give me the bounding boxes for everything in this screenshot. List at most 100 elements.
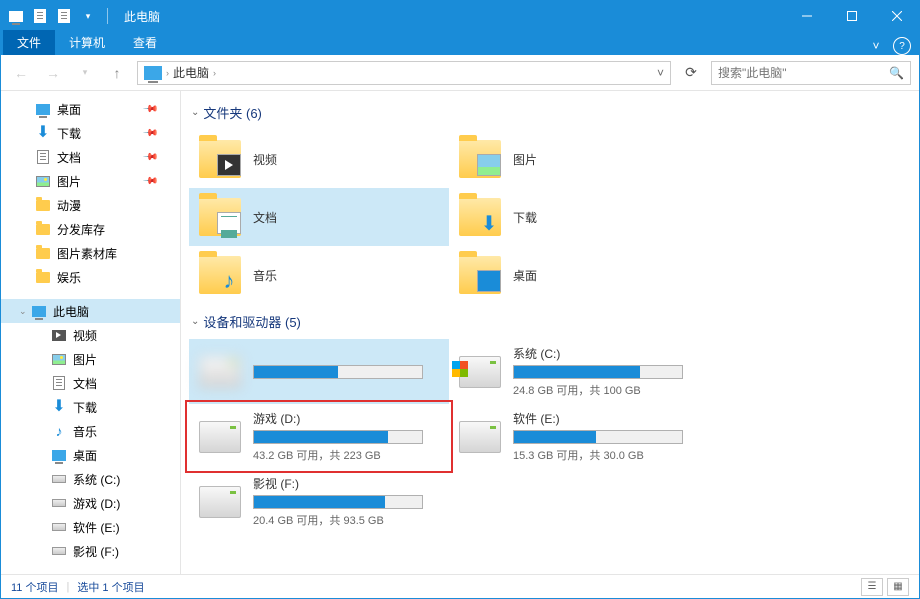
pin-icon: 📌 [141, 101, 158, 118]
sidebar-item-图片[interactable]: 图片 [1, 347, 180, 371]
drive-card-影视 (F:)[interactable]: 影视 (F:) 20.4 GB 可用，共 93.5 GB [189, 469, 449, 534]
search-icon[interactable]: 🔍 [889, 66, 904, 80]
sidebar-item-label: 影视 (F:) [73, 543, 119, 560]
sidebar-item-label: 视频 [73, 327, 97, 344]
drive-card-游戏 (D:)[interactable]: 游戏 (D:) 43.2 GB 可用，共 223 GB [189, 404, 449, 469]
ribbon-help-group: ˅ ? [867, 37, 919, 55]
folder-label: 下载 [513, 209, 537, 226]
breadcrumb-sep-icon[interactable]: › [213, 68, 216, 78]
drive-card-blurred[interactable] [189, 339, 449, 404]
drives-grid: 系统 (C:) 24.8 GB 可用，共 100 GB 游戏 (D:) 43.2… [189, 339, 911, 534]
group-header-drives[interactable]: ⌄ 设备和驱动器 (5) [189, 304, 911, 339]
sidebar-item-label: 图片 [57, 173, 81, 190]
sidebar-item-文档[interactable]: 文档 [1, 371, 180, 395]
search-box[interactable]: 🔍 [711, 61, 911, 85]
ribbon-collapse-icon[interactable]: ˅ [867, 37, 885, 55]
folder-card-桌面[interactable]: 桌面 [449, 246, 709, 304]
sidebar-item-系统 (C:)[interactable]: 系统 (C:) [1, 467, 180, 491]
folder-icon [35, 269, 51, 285]
sidebar-item-label: 桌面 [73, 447, 97, 464]
pin-icon: 📌 [141, 149, 158, 166]
sidebar-item-桌面[interactable]: 桌面 📌 [1, 97, 180, 121]
qat-dropdown-icon[interactable]: ▾ [79, 7, 97, 25]
hdd-icon [51, 471, 67, 487]
drive-card-系统 (C:)[interactable]: 系统 (C:) 24.8 GB 可用，共 100 GB [449, 339, 709, 404]
pc-icon [31, 303, 47, 319]
sidebar-item-label: 动漫 [57, 197, 81, 214]
qat-divider [107, 8, 108, 24]
group-header-folders[interactable]: ⌄ 文件夹 (6) [189, 95, 911, 130]
folder-card-图片[interactable]: 图片 [449, 130, 709, 188]
ribbon-tabs: 文件 计算机 查看 ˅ ? [1, 31, 919, 55]
pic-overlay-icon [477, 154, 501, 176]
minimize-button[interactable] [784, 1, 829, 31]
drive-icon [459, 421, 501, 453]
statusbar: 11 个项目 | 选中 1 个项目 ☰ ▦ [1, 574, 919, 598]
sidebar-item-软件 (E:)[interactable]: 软件 (E:) [1, 515, 180, 539]
sidebar-item-label: 娱乐 [57, 269, 81, 286]
desktop-overlay-icon [477, 270, 501, 292]
close-button[interactable] [874, 1, 919, 31]
nav-up-button[interactable]: ↑ [105, 61, 129, 85]
close-icon [892, 11, 902, 21]
sidebar-item-label: 文档 [73, 375, 97, 392]
folder-card-文档[interactable]: 文档 [189, 188, 449, 246]
pin-icon: 📌 [141, 173, 158, 190]
qat-icon-2[interactable] [55, 7, 73, 25]
maximize-button[interactable] [829, 1, 874, 31]
folder-label: 音乐 [253, 267, 277, 284]
sidebar-item-游戏 (D:)[interactable]: 游戏 (D:) [1, 491, 180, 515]
folder-card-下载[interactable]: ⬇ 下载 [449, 188, 709, 246]
search-input[interactable] [718, 66, 889, 80]
tab-view[interactable]: 查看 [119, 30, 171, 55]
sidebar-item-下载[interactable]: ⬇下载 [1, 395, 180, 419]
sidebar-item-视频[interactable]: 视频 [1, 323, 180, 347]
sidebar-item-娱乐[interactable]: 娱乐 [1, 265, 180, 289]
folder-card-视频[interactable]: 视频 [189, 130, 449, 188]
drive-card-软件 (E:)[interactable]: 软件 (E:) 15.3 GB 可用，共 30.0 GB [449, 404, 709, 469]
breadcrumb-thispc[interactable]: 此电脑 [169, 64, 213, 81]
folder-icon [35, 221, 51, 237]
sidebar-item-图片[interactable]: 图片 📌 [1, 169, 180, 193]
folders-grid: 视频图片文档 ⬇ 下载 ♪ 音乐 桌面 [189, 130, 911, 304]
drive-info: 系统 (C:) 24.8 GB 可用，共 100 GB [513, 345, 699, 398]
sidebar-item-label: 文档 [57, 149, 81, 166]
tab-file[interactable]: 文件 [3, 30, 55, 55]
hdd-icon [51, 519, 67, 535]
address-dropdown-icon[interactable]: ˅ [651, 66, 670, 80]
folder-icon: ⬇ [459, 198, 501, 236]
qat-icon-1[interactable] [31, 7, 49, 25]
sidebar-item-分发库存[interactable]: 分发库存 [1, 217, 180, 241]
sidebar-item-label: 分发库存 [57, 221, 105, 238]
nav-recent-dropdown[interactable]: ▾ [73, 61, 97, 85]
sidebar-item-label: 桌面 [57, 101, 81, 118]
sidebar-item-影视 (F:)[interactable]: 影视 (F:) [1, 539, 180, 563]
help-button[interactable]: ? [893, 37, 911, 55]
doc-icon [51, 375, 67, 391]
sidebar-item-label: 软件 (E:) [73, 519, 120, 536]
folder-icon [199, 140, 241, 178]
system-menu-icon[interactable] [7, 7, 25, 25]
nav-back-button[interactable]: ← [9, 61, 33, 85]
sidebar-item-文档[interactable]: 文档 📌 [1, 145, 180, 169]
sidebar-item-thispc[interactable]: ⌄ 此电脑 [1, 299, 180, 323]
sidebar-item-下载[interactable]: ⬇下载📌 [1, 121, 180, 145]
chevron-down-icon[interactable]: ⌄ [19, 306, 27, 317]
hdd-icon [51, 543, 67, 559]
folder-card-音乐[interactable]: ♪ 音乐 [189, 246, 449, 304]
sidebar-item-label: 图片 [73, 351, 97, 368]
sidebar-item-动漫[interactable]: 动漫 [1, 193, 180, 217]
nav-forward-button[interactable]: → [41, 61, 65, 85]
sidebar-item-桌面[interactable]: 桌面 [1, 443, 180, 467]
folder-icon: ♪ [199, 256, 241, 294]
sidebar-item-音乐[interactable]: ♪音乐 [1, 419, 180, 443]
chevron-down-icon: ⌄ [191, 316, 199, 327]
refresh-button[interactable]: ⟳ [679, 61, 703, 85]
group-header-label: 文件夹 (6) [203, 103, 262, 122]
tab-computer[interactable]: 计算机 [55, 30, 119, 55]
view-details-button[interactable]: ☰ [861, 578, 883, 596]
sidebar-item-图片素材库[interactable]: 图片素材库 [1, 241, 180, 265]
view-icons-button[interactable]: ▦ [887, 578, 909, 596]
address-bar[interactable]: › 此电脑 › ˅ [137, 61, 671, 85]
drive-icon [199, 421, 241, 453]
